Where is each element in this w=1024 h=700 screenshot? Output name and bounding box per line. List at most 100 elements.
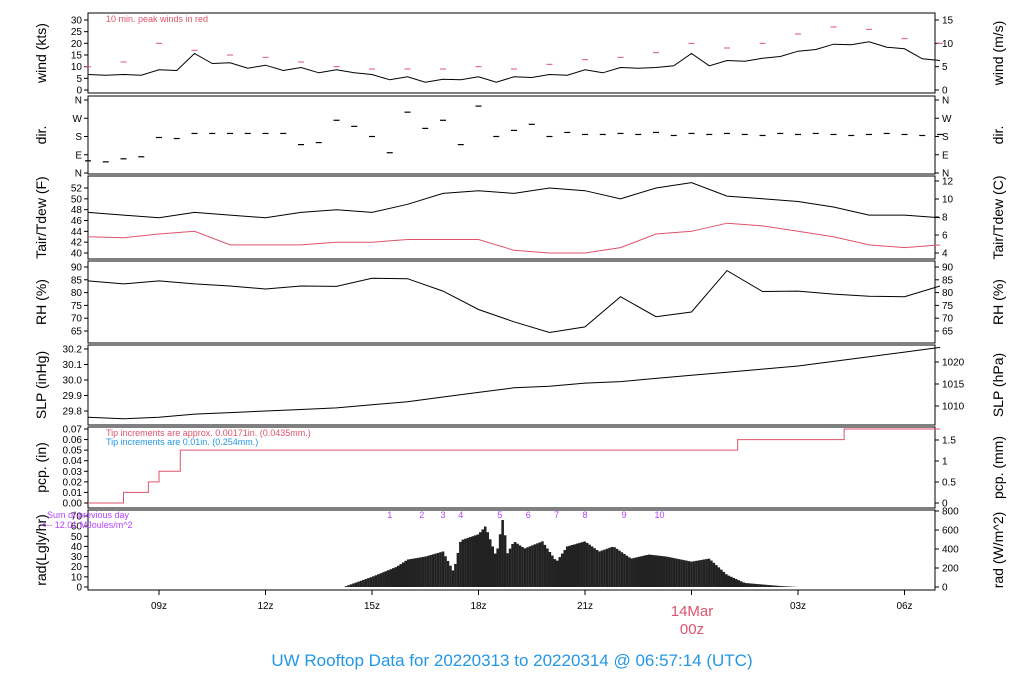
pcp-left-tick-label: 0.01 xyxy=(63,488,83,499)
slp-right-tick-label: 1010 xyxy=(942,402,965,413)
x-tick-label: 12z xyxy=(257,601,273,612)
solar-hour-mark: 4 xyxy=(458,510,463,520)
pcp-left-tick-label: 0.05 xyxy=(63,446,83,457)
pcp-annotation-blue: Tip increments are 0.01in. (0.254mm.) xyxy=(106,437,258,447)
rh-ylabel-right: RH (%) xyxy=(990,279,1006,325)
rh-left-tick-label: 85 xyxy=(71,275,83,286)
solar-hour-mark: 10 xyxy=(655,510,665,520)
solar-hour-mark: 5 xyxy=(497,510,502,520)
slp-left-tick-label: 30.2 xyxy=(63,345,83,356)
rh-series-line xyxy=(87,269,941,334)
x-tick-label: 09z xyxy=(151,601,167,612)
rad-right-tick-label: 200 xyxy=(942,564,959,575)
weather-chart: wind (kts) wind (m/s)051015202530051015di… xyxy=(33,12,1006,670)
date-marker-date: 14Mar xyxy=(671,603,714,620)
pcp-right-tick-label: 1 xyxy=(942,457,948,468)
rad-right-tick-label: 600 xyxy=(942,526,959,537)
temp-frame xyxy=(87,175,936,260)
wind-right-tick-label: 5 xyxy=(942,62,948,73)
rh-right-tick-label: 75 xyxy=(942,301,954,312)
temp-ylabel: Tair/Tdew (F) xyxy=(33,176,49,258)
pcp-left-tick-label: 0.03 xyxy=(63,467,83,478)
wind-right-tick-label: 10 xyxy=(942,39,954,50)
pcp-ylabel: pcp. (in) xyxy=(33,442,49,493)
rad-annotation-2: <-- 12.01 MJoules/m^2 xyxy=(41,520,133,530)
panel-slp: SLP (inHg) SLP (hPa) 29.8 29.9 30.0 30.1 30.2 1… xyxy=(33,344,1006,426)
temp-right-tick-label: 6 xyxy=(942,231,948,242)
rad-left-tick-label: 20 xyxy=(71,562,83,573)
temp-ylabel-right: Tair/Tdew (C) xyxy=(990,175,1006,259)
slp-right-tick-label: 1020 xyxy=(942,358,965,369)
solar-hour-mark: 8 xyxy=(582,510,587,520)
rh-right-tick-label: 90 xyxy=(942,263,954,274)
rh-frame xyxy=(87,260,936,344)
temp-left-tick-label: 52 xyxy=(71,184,83,195)
temp-right-tick-label: 10 xyxy=(942,195,954,206)
wind-ylabel-right: wind (m/s) xyxy=(990,21,1006,87)
temp-series-line xyxy=(87,222,941,254)
pcp-right-tick-label: 0.5 xyxy=(942,478,956,489)
temp-right-tick-label: 12 xyxy=(942,177,954,188)
dir-ylabel: dir. xyxy=(33,126,49,145)
rad-annotation-1: Sum of previous day xyxy=(47,510,130,520)
x-tick-label: 06z xyxy=(896,601,912,612)
rad-left-tick-label: 30 xyxy=(71,552,83,563)
solar-hour-mark: 1 xyxy=(387,510,392,520)
slp-right-tick-label: 1015 xyxy=(942,380,965,391)
rh-ylabel: RH (%) xyxy=(33,279,49,325)
rh-right-tick-label: 65 xyxy=(942,327,954,338)
slp-series-line xyxy=(87,346,941,420)
panel-temp: Tair/Tdew (F) Tair/Tdew (C)40424446485052… xyxy=(33,175,1006,259)
slp-ylabel: SLP (inHg) xyxy=(33,351,49,419)
x-tick-label: 18z xyxy=(470,601,486,612)
dir-left-tick-label: E xyxy=(75,150,82,161)
pcp-left-tick-label: 0.02 xyxy=(63,477,83,488)
dir-right-tick-label: S xyxy=(942,132,949,143)
dir-frame xyxy=(87,95,936,175)
solar-hour-mark: 3 xyxy=(440,510,445,520)
temp-left-tick-label: 48 xyxy=(71,205,83,216)
chart-title: UW Rooftop Data for 20220313 to 20220314… xyxy=(271,651,752,670)
wind-left-tick-label: 30 xyxy=(71,16,83,27)
wind-series-line xyxy=(87,41,941,83)
rad-left-tick-label: 0 xyxy=(76,583,82,594)
rad-left-tick-label: 10 xyxy=(71,572,83,583)
pcp-left-tick-label: 0.06 xyxy=(63,435,83,446)
dir-left-tick-label: S xyxy=(75,132,82,143)
solar-hour-mark: 9 xyxy=(622,510,627,520)
rad-right-tick-label: 800 xyxy=(942,507,959,518)
dir-right-tick-label: W xyxy=(942,114,952,125)
dir-right-tick-label: E xyxy=(942,150,949,161)
pcp-right-tick-label: 1.5 xyxy=(942,436,956,447)
wind-left-tick-label: 20 xyxy=(71,39,83,50)
slp-left-tick-label: 29.9 xyxy=(63,391,83,402)
wind-left-tick-label: 25 xyxy=(71,27,83,38)
rad-right-tick-label: 0 xyxy=(942,583,948,594)
temp-left-tick-label: 44 xyxy=(71,227,83,238)
x-tick-label: 15z xyxy=(364,601,380,612)
rh-left-tick-label: 65 xyxy=(71,327,83,338)
time-axis: 09z 12z 15z 18z 21z 03z 06z xyxy=(151,590,913,612)
dir-right-tick-label: N xyxy=(942,96,949,107)
rh-left-tick-label: 80 xyxy=(71,288,83,299)
temp-right-tick-label: 4 xyxy=(942,249,948,260)
temp-series-line xyxy=(87,182,941,219)
wind-frame xyxy=(87,12,936,94)
rad-right-tick-label: 400 xyxy=(942,545,959,556)
wind-left-tick-label: 15 xyxy=(71,51,83,62)
slp-left-tick-label: 29.8 xyxy=(63,407,83,418)
date-marker-time: 00z xyxy=(680,621,704,638)
solar-hour-mark: 6 xyxy=(526,510,531,520)
slp-left-tick-label: 30.0 xyxy=(63,376,83,387)
pcp-left-tick-label: 0.04 xyxy=(63,456,83,467)
wind-left-tick-label: 5 xyxy=(76,74,82,85)
wind-left-tick-label: 10 xyxy=(71,62,83,73)
rh-right-tick-label: 85 xyxy=(942,275,954,286)
dir-left-tick-label: W xyxy=(73,114,83,125)
panel-rad: rad(Lgly/hr) rad (W/m^2)01020304050607002… xyxy=(33,507,1006,594)
pcp-left-tick-label: 0.00 xyxy=(63,499,83,510)
solar-hour-mark: 2 xyxy=(419,510,424,520)
slp-ylabel-right: SLP (hPa) xyxy=(990,353,1006,417)
wind-ylabel: wind (kts) xyxy=(33,23,49,84)
x-tick-label: 21z xyxy=(577,601,593,612)
